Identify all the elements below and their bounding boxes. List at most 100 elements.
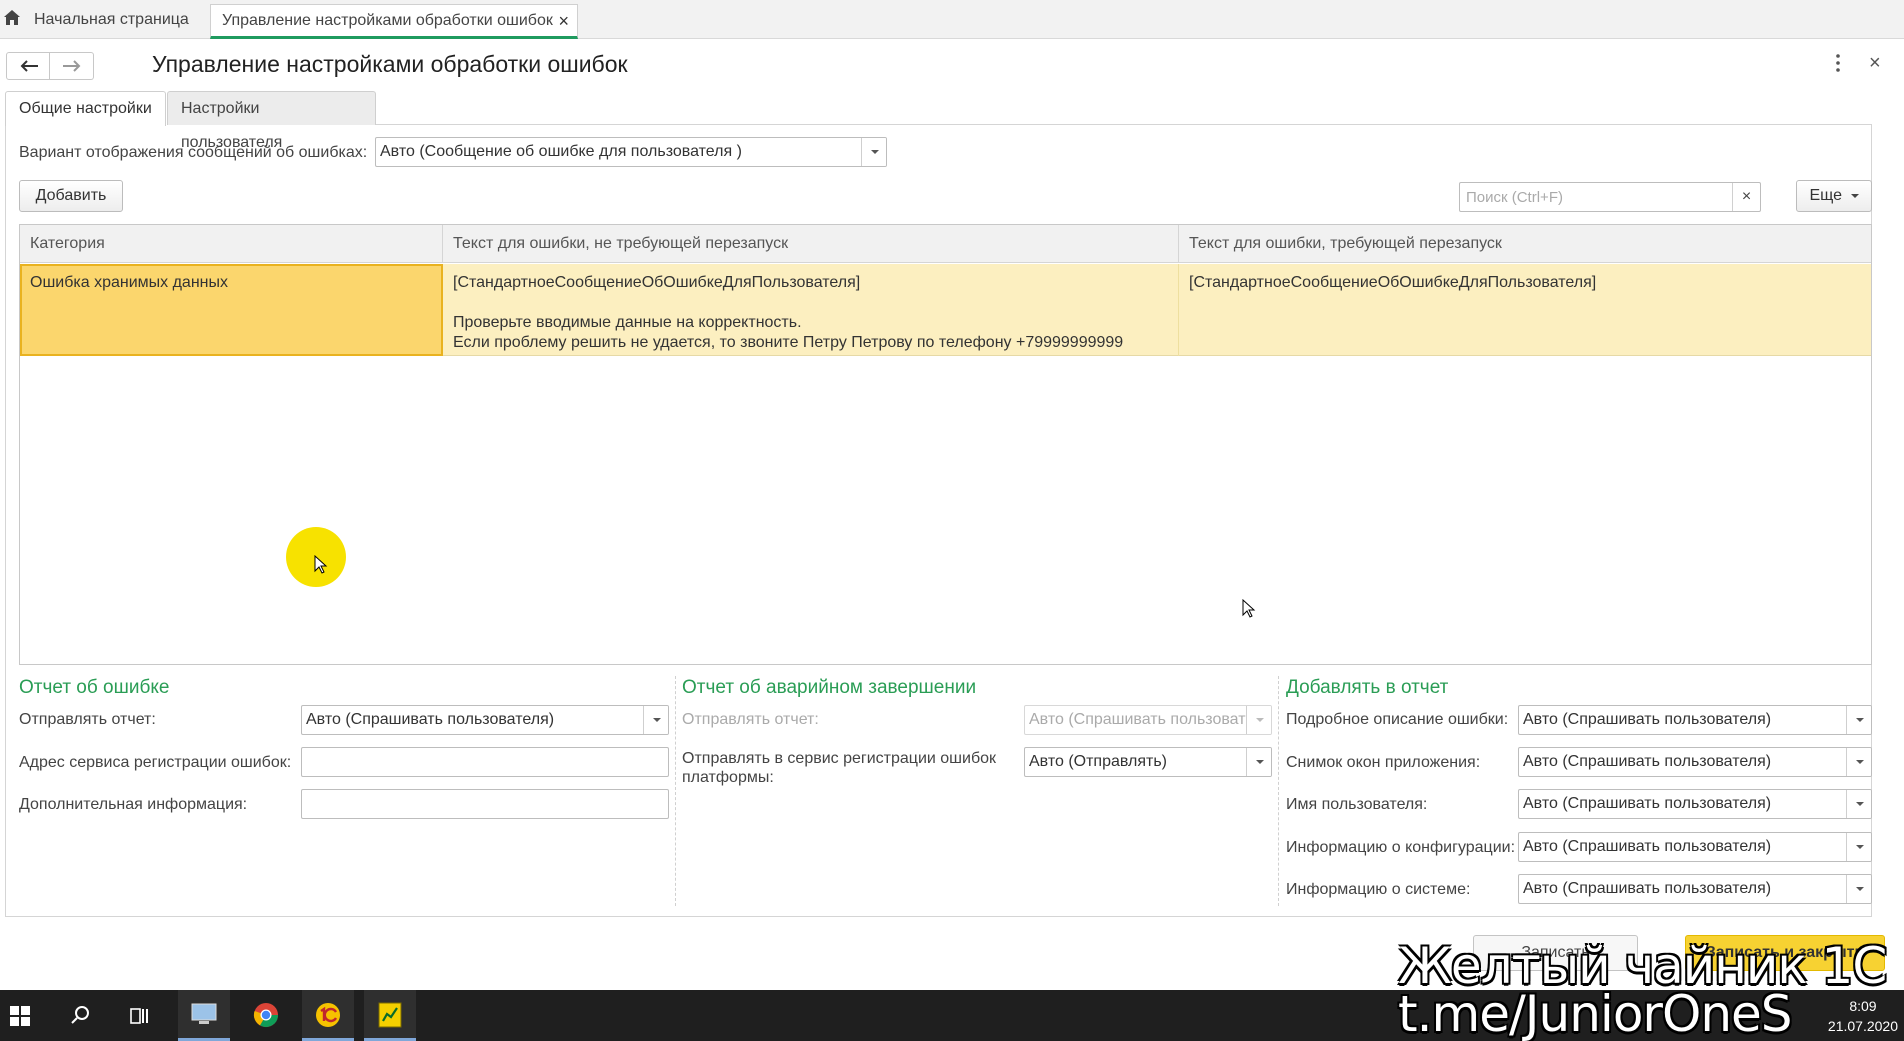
cell-category[interactable]: Ошибка хранимых данных xyxy=(20,264,443,356)
chrome-icon xyxy=(253,1003,278,1028)
arrow-left-icon xyxy=(20,60,38,72)
tab-general-settings[interactable]: Общие настройки xyxy=(5,91,166,126)
display-variant-select[interactable]: Авто (Сообщение об ошибке для пользовате… xyxy=(375,137,887,167)
start-button[interactable] xyxy=(0,990,40,1041)
home-icon[interactable] xyxy=(3,9,21,26)
more-button[interactable]: Еще xyxy=(1796,180,1872,212)
user-name-label: Имя пользователя: xyxy=(1286,796,1428,813)
task-view-icon xyxy=(130,1008,148,1024)
detailed-description-label: Подробное описание ошибки: xyxy=(1286,711,1509,728)
app-window-icon xyxy=(191,1003,217,1024)
taskbar-app-monitor[interactable] xyxy=(178,990,230,1041)
column-header-restart[interactable]: Текст для ошибки, требующей перезапуск xyxy=(1179,225,1871,263)
crash-send-value: Авто (Спрашивать пользоват xyxy=(1029,711,1246,728)
platform-service-label-line: платформы: xyxy=(682,769,774,786)
tab-error-settings[interactable]: Управление настройками обработки ошибок … xyxy=(210,4,578,39)
select-value: Авто (Спрашивать пользователя) xyxy=(1523,795,1772,812)
column-header-no-restart[interactable]: Текст для ошибки, не требующей перезапус… xyxy=(443,225,1179,263)
section-divider xyxy=(675,676,676,906)
platform-service-label: Отправлять в сервис регистрации ошибок п… xyxy=(682,749,996,787)
config-info-label: Информацию о конфигурации: xyxy=(1286,839,1516,856)
cell-no-restart[interactable]: [СтандартноеСообщениеОбОшибкеДляПользова… xyxy=(443,264,1179,356)
crash-report-title: Отчет об аварийном завершении xyxy=(682,677,977,698)
send-report-label: Отправлять отчет: xyxy=(19,711,156,728)
tab-label: Управление настройками обработки ошибок xyxy=(222,12,553,29)
cell-restart[interactable]: [СтандартноеСообщениеОбОшибкеДляПользова… xyxy=(1179,264,1871,356)
select-value: Авто (Спрашивать пользователя) xyxy=(1523,838,1772,855)
select-value: Авто (Спрашивать пользователя) xyxy=(1523,880,1772,897)
cell-text-line: Если проблему решить не удается, то звон… xyxy=(453,334,1124,351)
tab-divider xyxy=(376,124,1872,125)
chevron-down-icon[interactable] xyxy=(1846,706,1871,734)
add-to-report-title: Добавлять в отчет xyxy=(1286,677,1449,698)
task-view-button[interactable] xyxy=(118,990,162,1041)
service-address-field[interactable] xyxy=(301,747,669,777)
chevron-down-icon[interactable] xyxy=(1846,833,1871,861)
search-input[interactable]: Поиск (Ctrl+F) × xyxy=(1459,182,1761,212)
table-row[interactable]: Ошибка хранимых данных [СтандартноеСообщ… xyxy=(20,264,1871,356)
platform-service-label-line: Отправлять в сервис регистрации ошибок xyxy=(682,750,997,767)
cell-text-line: [СтандартноеСообщениеОбОшибкеДляПользова… xyxy=(453,274,861,291)
more-button-label: Еще xyxy=(1809,187,1843,204)
select-value: Авто (Спрашивать пользователя) xyxy=(1523,711,1772,728)
cell-text-line: Проверьте вводимые данные на корректност… xyxy=(453,314,802,331)
send-report-select[interactable]: Авто (Спрашивать пользователя) xyxy=(301,705,669,735)
mouse-cursor-icon xyxy=(1242,599,1256,618)
service-address-label: Адрес сервиса регистрации ошибок: xyxy=(19,754,292,771)
tab-user-settings[interactable]: Настройки пользователя xyxy=(167,91,376,151)
chevron-down-icon[interactable] xyxy=(1846,748,1871,776)
select-value: Авто (Спрашивать пользователя) xyxy=(1523,753,1772,770)
watermark-line: t.me/JuniorOneS xyxy=(1398,985,1793,1041)
window-snapshot-label: Снимок окон приложения: xyxy=(1286,754,1481,771)
detailed-description-select[interactable]: Авто (Спрашивать пользователя) xyxy=(1518,705,1872,735)
tab-home[interactable]: Начальная страница xyxy=(34,4,189,39)
more-vertical-icon[interactable] xyxy=(1834,53,1842,73)
chevron-down-icon xyxy=(1850,193,1859,198)
chevron-down-icon[interactable] xyxy=(643,706,668,734)
back-button[interactable] xyxy=(6,52,50,80)
table-header: Категория Текст для ошибки, не требующей… xyxy=(20,225,1871,263)
crash-send-label: Отправлять отчет: xyxy=(682,711,819,728)
window-snapshot-select[interactable]: Авто (Спрашивать пользователя) xyxy=(1518,747,1872,777)
clear-search-icon[interactable]: × xyxy=(1732,183,1760,211)
platform-service-value: Авто (Отправлять) xyxy=(1029,753,1167,770)
settings-table[interactable]: Категория Текст для ошибки, не требующей… xyxy=(19,224,1872,665)
chevron-down-icon[interactable] xyxy=(1246,748,1271,776)
page-title: Управление настройками обработки ошибок xyxy=(152,51,628,77)
error-report-title: Отчет об ошибке xyxy=(19,677,170,698)
send-report-value: Авто (Спрашивать пользователя) xyxy=(306,711,555,728)
chevron-down-icon[interactable] xyxy=(861,138,886,166)
chart-app-icon xyxy=(378,1002,402,1028)
watermark-overlay: Желтый чайник 1С t.me/JuniorOneS xyxy=(1398,937,1898,1041)
1c-icon xyxy=(316,1003,340,1027)
extra-info-label: Дополнительная информация: xyxy=(19,796,248,813)
chevron-down-icon[interactable] xyxy=(1846,790,1871,818)
taskbar-app-chart[interactable] xyxy=(364,990,416,1041)
taskbar-app-chrome[interactable] xyxy=(240,990,292,1041)
system-info-label: Информацию о системе: xyxy=(1286,881,1471,898)
display-variant-label: Вариант отображения сообщений об ошибках… xyxy=(19,144,368,161)
add-button[interactable]: Добавить xyxy=(19,180,123,212)
chevron-down-icon xyxy=(1246,706,1271,734)
system-info-select[interactable]: Авто (Спрашивать пользователя) xyxy=(1518,874,1872,904)
platform-service-select[interactable]: Авто (Отправлять) xyxy=(1024,747,1272,777)
taskbar-app-1c[interactable] xyxy=(302,990,354,1041)
crash-send-select: Авто (Спрашивать пользоват xyxy=(1024,705,1272,735)
tab-bar: Начальная страница Управление настройкам… xyxy=(0,0,1904,39)
close-window-icon[interactable]: × xyxy=(1869,52,1881,75)
windows-icon xyxy=(10,1006,30,1026)
display-variant-value: Авто (Сообщение об ошибке для пользовате… xyxy=(380,143,742,160)
mouse-cursor-icon xyxy=(314,555,328,574)
config-info-select[interactable]: Авто (Спрашивать пользователя) xyxy=(1518,832,1872,862)
close-tab-icon[interactable]: × xyxy=(558,5,569,37)
section-divider xyxy=(1278,676,1279,906)
forward-button[interactable] xyxy=(50,52,94,80)
arrow-right-icon xyxy=(63,60,81,72)
search-taskbar-button[interactable] xyxy=(58,990,102,1041)
user-name-select[interactable]: Авто (Спрашивать пользователя) xyxy=(1518,789,1872,819)
search-placeholder: Поиск (Ctrl+F) xyxy=(1466,189,1563,206)
extra-info-field[interactable] xyxy=(301,789,669,819)
chevron-down-icon[interactable] xyxy=(1846,875,1871,903)
watermark-line: Желтый чайник 1С xyxy=(1398,937,1887,995)
column-header-category[interactable]: Категория xyxy=(20,225,443,263)
